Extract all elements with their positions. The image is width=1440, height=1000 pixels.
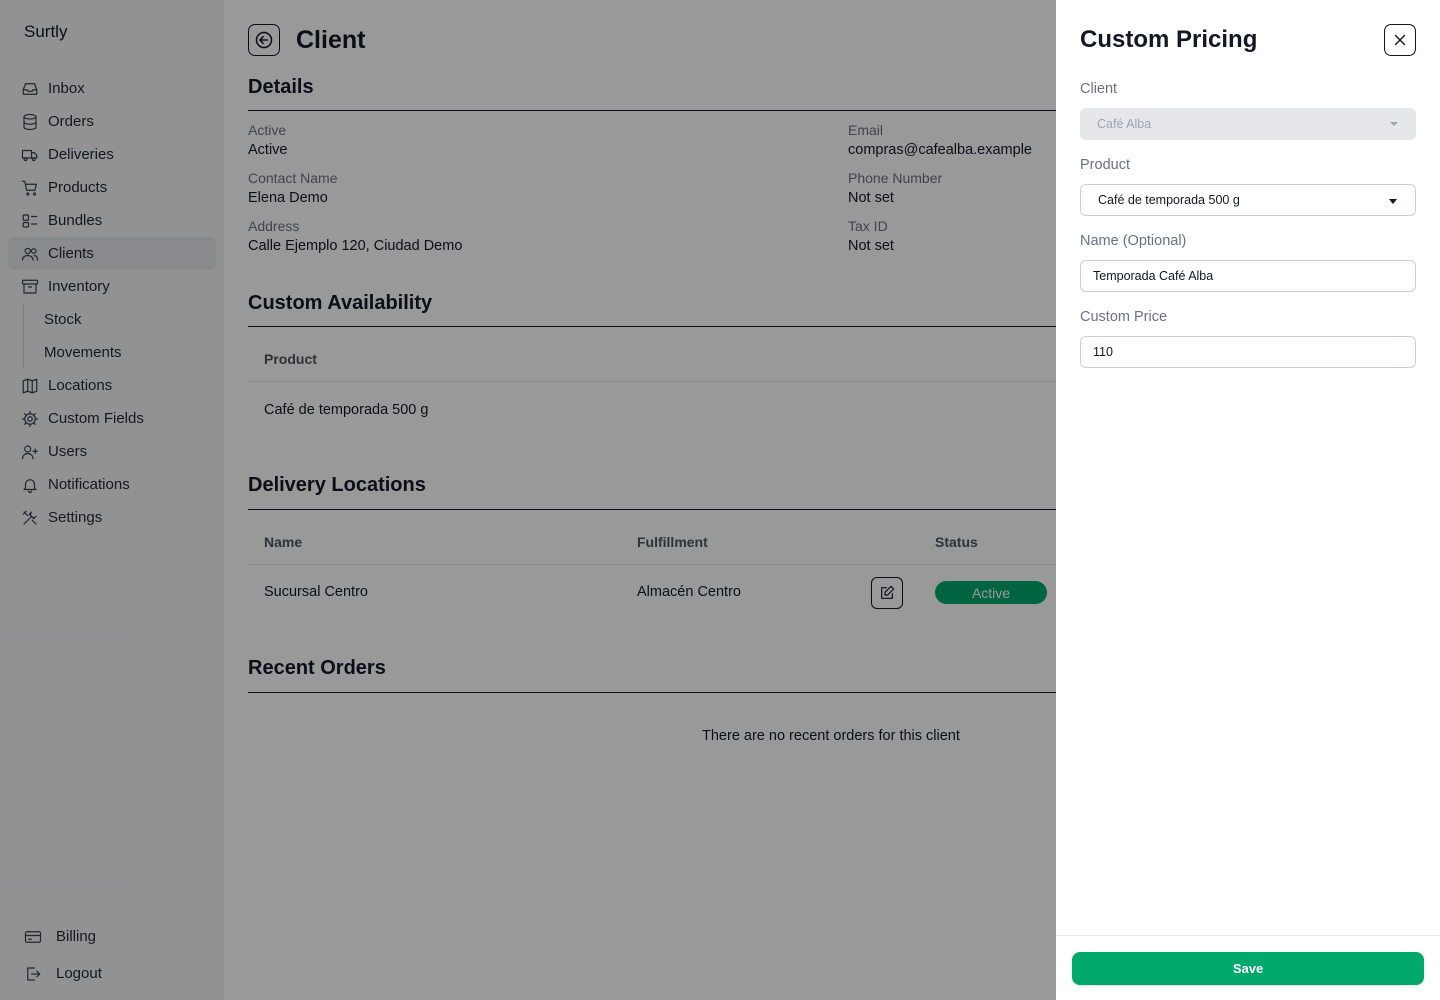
save-button[interactable]: Save [1072, 952, 1424, 985]
chevron-down-icon [1390, 122, 1398, 126]
name-label: Name (Optional) [1080, 233, 1187, 249]
product-label: Product [1080, 157, 1130, 173]
custom-pricing-drawer: Custom Pricing Client Café Alba Product … [1056, 0, 1440, 1000]
product-select-value: Café de temporada 500 g [1098, 193, 1240, 207]
modal-backdrop[interactable] [0, 0, 1056, 1000]
name-input[interactable] [1080, 260, 1416, 292]
chevron-down-icon [1389, 199, 1397, 204]
custom-price-label: Custom Price [1080, 309, 1168, 325]
close-icon [1394, 34, 1406, 46]
drawer-title: Custom Pricing [1080, 26, 1258, 53]
custom-price-input[interactable] [1080, 336, 1416, 368]
client-select-value: Café Alba [1097, 117, 1152, 131]
client-select: Café Alba [1080, 108, 1416, 140]
close-button[interactable] [1384, 24, 1416, 56]
drawer-footer: Save [1056, 935, 1440, 1000]
product-select[interactable]: Café de temporada 500 g [1080, 184, 1416, 216]
client-label: Client [1080, 81, 1118, 97]
